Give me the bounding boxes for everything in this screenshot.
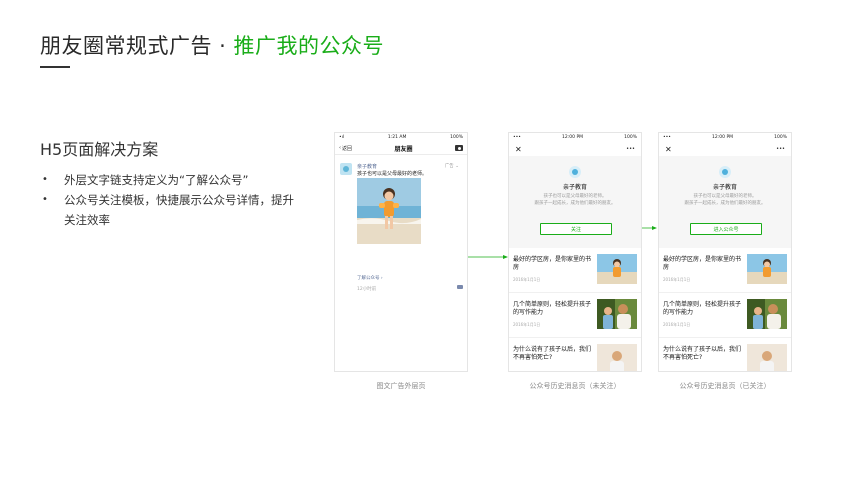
close-icon[interactable]: ✕ bbox=[665, 145, 672, 154]
article-thumbnail bbox=[597, 299, 637, 329]
account-desc-line: 孩子也可以是父母最好的老师。 bbox=[693, 194, 757, 199]
enter-account-button[interactable]: 进入公众号 bbox=[690, 223, 762, 235]
article-date: 2016年1月1日 bbox=[663, 322, 691, 327]
article-item[interactable]: 几个简单原则，轻松提升孩子的写作能力 2016年1月1日 bbox=[659, 293, 791, 338]
article-date: 2016年1月1日 bbox=[663, 277, 691, 282]
article-thumbnail bbox=[747, 344, 787, 371]
article-title: 为什么说有了孩子以后，我们不再害怕死亡? bbox=[663, 346, 742, 361]
article-title: 为什么说有了孩子以后，我们不再害怕死亡? bbox=[513, 346, 592, 361]
status-bar: •ıl 1:21 AM 100% bbox=[335, 133, 467, 142]
back-button[interactable]: ‹ 返回 bbox=[339, 145, 352, 152]
account-desc-line: 孩子也可以是父母最好的老师。 bbox=[543, 194, 607, 199]
slide-title-accent: 推广我的公众号 bbox=[233, 34, 385, 58]
ad-post: 亲子教育 广告 ⌄ 孩子也可以是父母最好的老师。 了解公众号 › 12小时前 bbox=[335, 155, 467, 371]
phone-account-unfollowed: ••• 12:00 PM 100% ✕ ••• 亲子教育 孩子也可以是父母最好的… bbox=[508, 132, 642, 372]
status-bar: ••• 12:00 PM 100% bbox=[659, 133, 791, 142]
slide-title: 朋友圈常规式广告 · 推广我的公众号 bbox=[40, 30, 384, 60]
camera-icon[interactable] bbox=[455, 145, 463, 151]
signal-indicator: ••• bbox=[513, 135, 521, 140]
ad-tag[interactable]: 广告 ⌄ bbox=[445, 163, 459, 169]
article-item[interactable]: 最好的学区房，是你家里的书房 2016年1月1日 bbox=[509, 248, 641, 293]
account-header: 亲子教育 孩子也可以是父母最好的老师。 跟孩子一起成长，成为他们最好的朋友。 进… bbox=[659, 156, 791, 248]
close-icon[interactable]: ✕ bbox=[515, 145, 522, 154]
caption-unfollowed: 公众号历史消息页（未关注） bbox=[529, 382, 621, 390]
moments-navbar: ‹ 返回 朋友圈 bbox=[335, 142, 467, 155]
account-desc-line: 跟孩子一起成长，成为他们最好的朋友。 bbox=[534, 201, 616, 206]
account-desc-line: 跟孩子一起成长，成为他们最好的朋友。 bbox=[684, 201, 766, 206]
article-thumbnail bbox=[597, 344, 637, 371]
battery-indicator: 100% bbox=[624, 135, 637, 140]
article-date: 2016年1月1日 bbox=[513, 322, 541, 327]
account-logo-icon bbox=[719, 166, 731, 178]
battery-indicator: 100% bbox=[774, 135, 787, 140]
title-underline bbox=[40, 66, 70, 68]
account-header: 亲子教育 孩子也可以是父母最好的老师。 跟孩子一起成长，成为他们最好的朋友。 关… bbox=[509, 156, 641, 248]
article-title: 几个简单原则，轻松提升孩子的写作能力 bbox=[513, 301, 592, 316]
battery-indicator: 100% bbox=[450, 135, 463, 140]
article-item[interactable]: 几个简单原则，轻松提升孩子的写作能力 2016年1月1日 bbox=[509, 293, 641, 338]
chevron-left-icon: ‹ bbox=[339, 145, 341, 151]
bullet-list: 外层文字链支持定义为“了解公众号” 公众号关注模板，快捷展示公众号详情，提升关注… bbox=[40, 170, 300, 230]
article-title: 最好的学区房，是你家里的书房 bbox=[513, 256, 592, 271]
article-date: 2016年1月1日 bbox=[513, 277, 541, 282]
caption-moments: 图文广告外层页 bbox=[376, 382, 426, 390]
section-title: H5页面解决方案 bbox=[40, 140, 159, 159]
page-topbar: ✕ ••• bbox=[659, 142, 791, 156]
post-time: 12小时前 bbox=[357, 287, 377, 292]
article-item[interactable]: 为什么说有了孩子以后，我们不再害怕死亡? bbox=[659, 338, 791, 371]
learn-account-link[interactable]: 了解公众号 › bbox=[357, 275, 383, 281]
signal-indicator: •ıl bbox=[339, 135, 345, 140]
post-image[interactable] bbox=[357, 178, 421, 244]
article-title: 最好的学区房，是你家里的书房 bbox=[663, 256, 742, 271]
article-thumbnail bbox=[747, 254, 787, 284]
follow-button[interactable]: 关注 bbox=[540, 223, 612, 235]
status-time: 12:00 PM bbox=[562, 135, 584, 140]
account-name: 亲子教育 bbox=[562, 184, 587, 191]
page-topbar: ✕ ••• bbox=[509, 142, 641, 156]
article-item[interactable]: 为什么说有了孩子以后，我们不再害怕死亡? bbox=[509, 338, 641, 371]
article-thumbnail bbox=[747, 299, 787, 329]
account-logo-icon bbox=[569, 166, 581, 178]
article-title: 几个简单原则，轻松提升孩子的写作能力 bbox=[663, 301, 742, 316]
navbar-title: 朋友圈 bbox=[394, 145, 413, 153]
comment-icon[interactable] bbox=[457, 285, 463, 289]
phone-moments: •ıl 1:21 AM 100% ‹ 返回 朋友圈 亲子教育 广告 ⌄ 孩子也可以… bbox=[334, 132, 468, 372]
caption-followed: 公众号历史消息页（已关注） bbox=[679, 382, 771, 390]
more-icon[interactable]: ••• bbox=[776, 146, 785, 152]
account-name: 亲子教育 bbox=[712, 184, 737, 191]
avatar[interactable] bbox=[340, 163, 352, 175]
status-bar: ••• 12:00 PM 100% bbox=[509, 133, 641, 142]
status-time: 12:00 PM bbox=[712, 135, 734, 140]
post-author[interactable]: 亲子教育 bbox=[357, 163, 377, 170]
phone-account-followed: ••• 12:00 PM 100% ✕ ••• 亲子教育 孩子也可以是父母最好的… bbox=[658, 132, 792, 372]
more-icon[interactable]: ••• bbox=[626, 146, 635, 152]
post-text: 孩子也可以是父母最好的老师。 bbox=[357, 171, 428, 177]
slide-title-main: 朋友圈常规式广告 · bbox=[40, 34, 234, 58]
bullet-item: 外层文字链支持定义为“了解公众号” bbox=[40, 170, 300, 190]
article-thumbnail bbox=[597, 254, 637, 284]
bullet-item: 公众号关注模板，快捷展示公众号详情，提升关注效率 bbox=[40, 190, 300, 230]
status-time: 1:21 AM bbox=[387, 135, 407, 140]
signal-indicator: ••• bbox=[663, 135, 671, 140]
article-item[interactable]: 最好的学区房，是你家里的书房 2016年1月1日 bbox=[659, 248, 791, 293]
back-label: 返回 bbox=[342, 145, 353, 152]
account-description: 孩子也可以是父母最好的老师。 跟孩子一起成长，成为他们最好的朋友。 bbox=[509, 193, 641, 207]
account-description: 孩子也可以是父母最好的老师。 跟孩子一起成长，成为他们最好的朋友。 bbox=[659, 193, 791, 207]
